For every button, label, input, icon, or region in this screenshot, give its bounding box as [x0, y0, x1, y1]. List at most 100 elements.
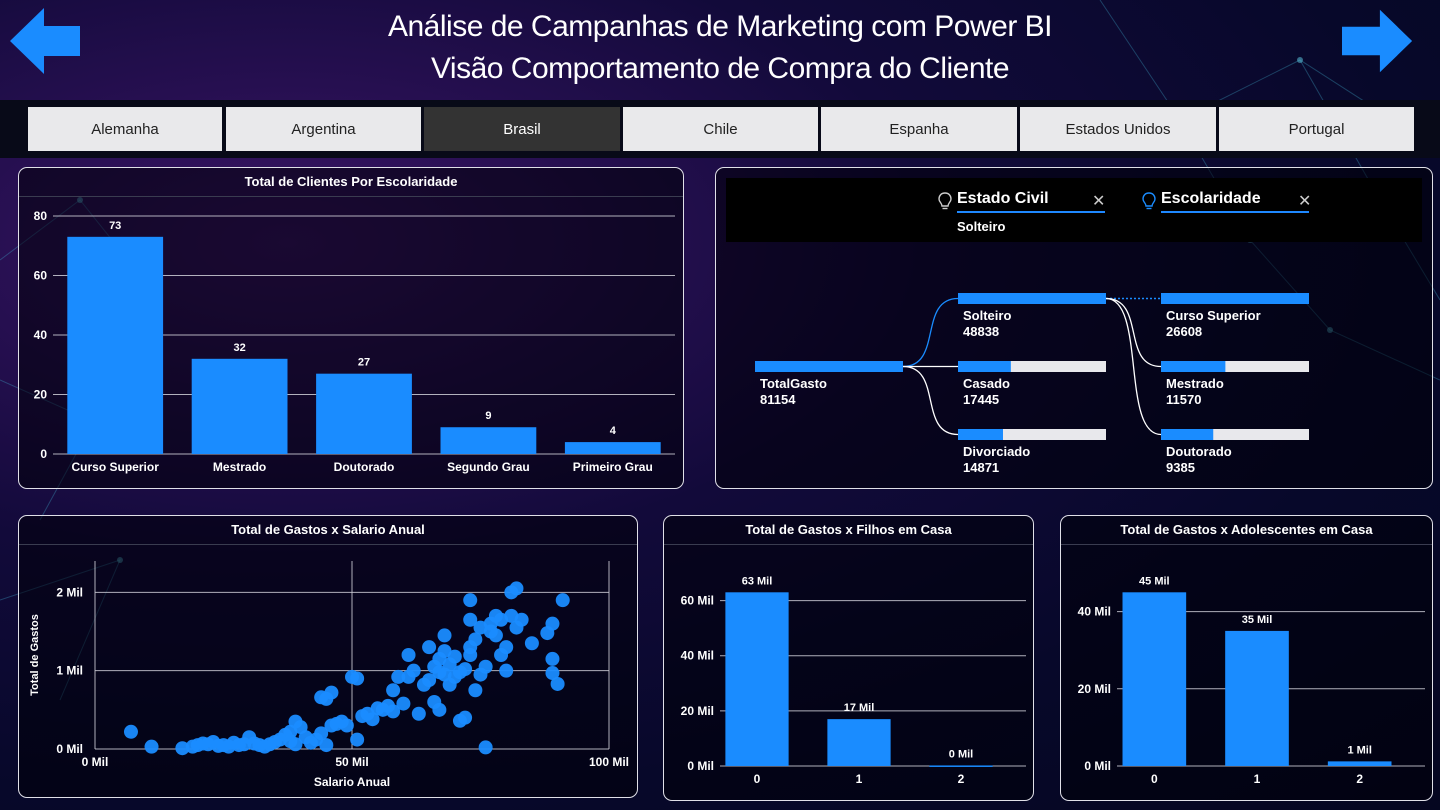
tab-alemanha[interactable]: Alemanha — [28, 107, 222, 151]
node-value: 17445 — [963, 392, 1000, 407]
scatter-chart-panel[interactable]: Total de Gastos x Salario Anual 0 Mil 1 M… — [18, 515, 638, 798]
node-value: 14871 — [963, 460, 1000, 475]
scatter-point — [499, 640, 514, 655]
data-label: 63 Mil — [742, 575, 773, 587]
tree-node-root[interactable]: TotalGasto 81154 — [760, 376, 827, 408]
country-tab-bar: Alemanha Argentina Brasil Chile Espanha … — [0, 100, 1440, 158]
node-name: Casado — [963, 376, 1010, 391]
bar — [827, 719, 891, 766]
level2-node-bar — [1161, 293, 1309, 304]
tab-estados-unidos[interactable]: Estados Unidos — [1020, 107, 1216, 151]
scatter-point — [458, 710, 473, 725]
data-label: 1 Mil — [1347, 744, 1371, 756]
decomposition-tree-panel[interactable]: Estado Civil ✕ Solteiro Escolaridade ✕ T… — [715, 167, 1433, 489]
node-value: 48838 — [963, 324, 1000, 339]
decomposition-tree-connectors — [755, 293, 1309, 440]
level1-node-bar — [958, 429, 1003, 440]
bar — [1327, 761, 1392, 766]
y-tick-label: 60 Mil — [681, 594, 714, 608]
scatter-point — [350, 671, 365, 686]
y-tick-label: 0 Mil — [1084, 759, 1111, 773]
y-tick-label: 60 — [34, 269, 48, 283]
x-tick-label: 0 — [1151, 772, 1158, 786]
level1-node-bar — [958, 293, 1106, 304]
bar — [316, 373, 412, 454]
bar — [564, 442, 661, 454]
tree-node-casado[interactable]: Casado 17445 — [963, 376, 1010, 408]
tab-espanha[interactable]: Espanha — [821, 107, 1017, 151]
tree-node-curso-superior[interactable]: Curso Superior 26608 — [1166, 308, 1261, 340]
scatter-point — [545, 651, 560, 666]
data-label: 17 Mil — [844, 702, 875, 714]
filhos-bar-chart: 0 Mil 20 Mil 40 Mil 60 Mil 63 Mil 0 17 Mil 1 0 M… — [681, 575, 1026, 786]
tree-connector — [1105, 297, 1162, 368]
y-tick-label: 0 — [40, 447, 47, 461]
level2-node-bar — [1161, 429, 1214, 440]
adolescentes-bar-chart: 0 Mil 20 Mil 40 Mil 45 Mil 0 35 Mil 1 1 Mil 2 — [1078, 575, 1425, 786]
tree-connector — [902, 365, 959, 436]
data-label: 27 — [358, 357, 370, 369]
adolescentes-chart-panel[interactable]: Total de Gastos x Adolescentes em Casa 0… — [1060, 515, 1433, 801]
y-tick-label: 20 Mil — [681, 704, 714, 718]
escolaridade-chart-panel[interactable]: Total de Clientes Por Escolaridade 0 20 40… — [18, 167, 684, 489]
data-label: 73 — [109, 220, 121, 232]
data-label: 35 Mil — [1242, 614, 1273, 626]
y-tick-label: 0 Mil — [56, 742, 83, 756]
x-tick-label: 2 — [958, 772, 965, 786]
x-tick-label: Primeiro Grau — [573, 460, 653, 474]
scatter-point — [545, 616, 560, 631]
tab-chile[interactable]: Chile — [623, 107, 818, 151]
x-tick-label: 0 Mil — [82, 755, 109, 769]
bar — [929, 765, 993, 767]
x-tick-label: 1 — [856, 772, 863, 786]
scatter-point — [488, 628, 503, 643]
x-tick-label: 100 Mil — [589, 755, 629, 769]
bar — [440, 427, 537, 454]
gastos-salario-scatter: 0 Mil 1 Mil 2 Mil 0 Mil 50 Mil 100 Mil Salario… — [29, 561, 629, 789]
tree-connector — [902, 297, 959, 368]
scatter-point — [401, 648, 416, 662]
arrow-right-icon[interactable] — [1342, 6, 1414, 76]
scatter-point — [499, 663, 514, 678]
bar — [67, 236, 164, 454]
scatter-point — [555, 593, 570, 608]
node-value: 9385 — [1166, 460, 1195, 475]
tab-brasil[interactable]: Brasil — [424, 107, 620, 151]
scatter-point — [550, 676, 565, 691]
x-tick-label: 0 — [754, 772, 761, 786]
node-name: Divorciado — [963, 444, 1031, 459]
root-node-bar — [755, 361, 903, 372]
node-value: 26608 — [1166, 324, 1203, 339]
scatter-point — [437, 628, 452, 643]
scatter-point — [478, 659, 493, 674]
x-tick-label: Doutorado — [334, 460, 395, 474]
y-tick-label: 0 Mil — [687, 759, 714, 773]
node-name: TotalGasto — [760, 376, 827, 391]
tree-node-solteiro[interactable]: Solteiro 48838 — [963, 308, 1011, 340]
x-tick-label: Curso Superior — [72, 460, 160, 474]
page-subtitle: Visão Comportamento de Compra do Cliente — [430, 52, 1010, 85]
x-axis-title: Salario Anual — [314, 775, 390, 789]
bar — [1122, 592, 1187, 766]
y-tick-label: 40 Mil — [681, 649, 714, 663]
x-tick-label: Segundo Grau — [447, 460, 530, 474]
scatter-point — [463, 593, 478, 608]
node-name: Curso Superior — [1166, 308, 1261, 323]
y-tick-label: 40 Mil — [1078, 605, 1111, 619]
tab-argentina[interactable]: Argentina — [226, 107, 421, 151]
data-label: 32 — [233, 342, 245, 354]
tab-portugal[interactable]: Portugal — [1219, 107, 1414, 151]
scatter-point — [350, 732, 365, 747]
scatter-point — [458, 662, 473, 677]
tree-node-divorciado[interactable]: Divorciado 14871 — [963, 444, 1030, 476]
x-tick-label: 50 Mil — [335, 755, 368, 769]
data-label: 0 Mil — [949, 748, 973, 760]
filhos-chart-panel[interactable]: Total de Gastos x Filhos em Casa 0 Mil 20… — [663, 515, 1034, 801]
node-name: Mestrado — [1166, 376, 1224, 391]
bar — [1225, 630, 1289, 766]
escolaridade-bar-chart: 0 20 40 60 80 73 Curso Superior 32 Mestrado 27 Dou… — [34, 209, 675, 474]
y-tick-label: 2 Mil — [56, 585, 83, 599]
tree-node-mestrado[interactable]: Mestrado 11570 — [1166, 376, 1224, 408]
scatter-point — [514, 612, 529, 627]
tree-node-doutorado[interactable]: Doutorado 9385 — [1166, 444, 1232, 476]
